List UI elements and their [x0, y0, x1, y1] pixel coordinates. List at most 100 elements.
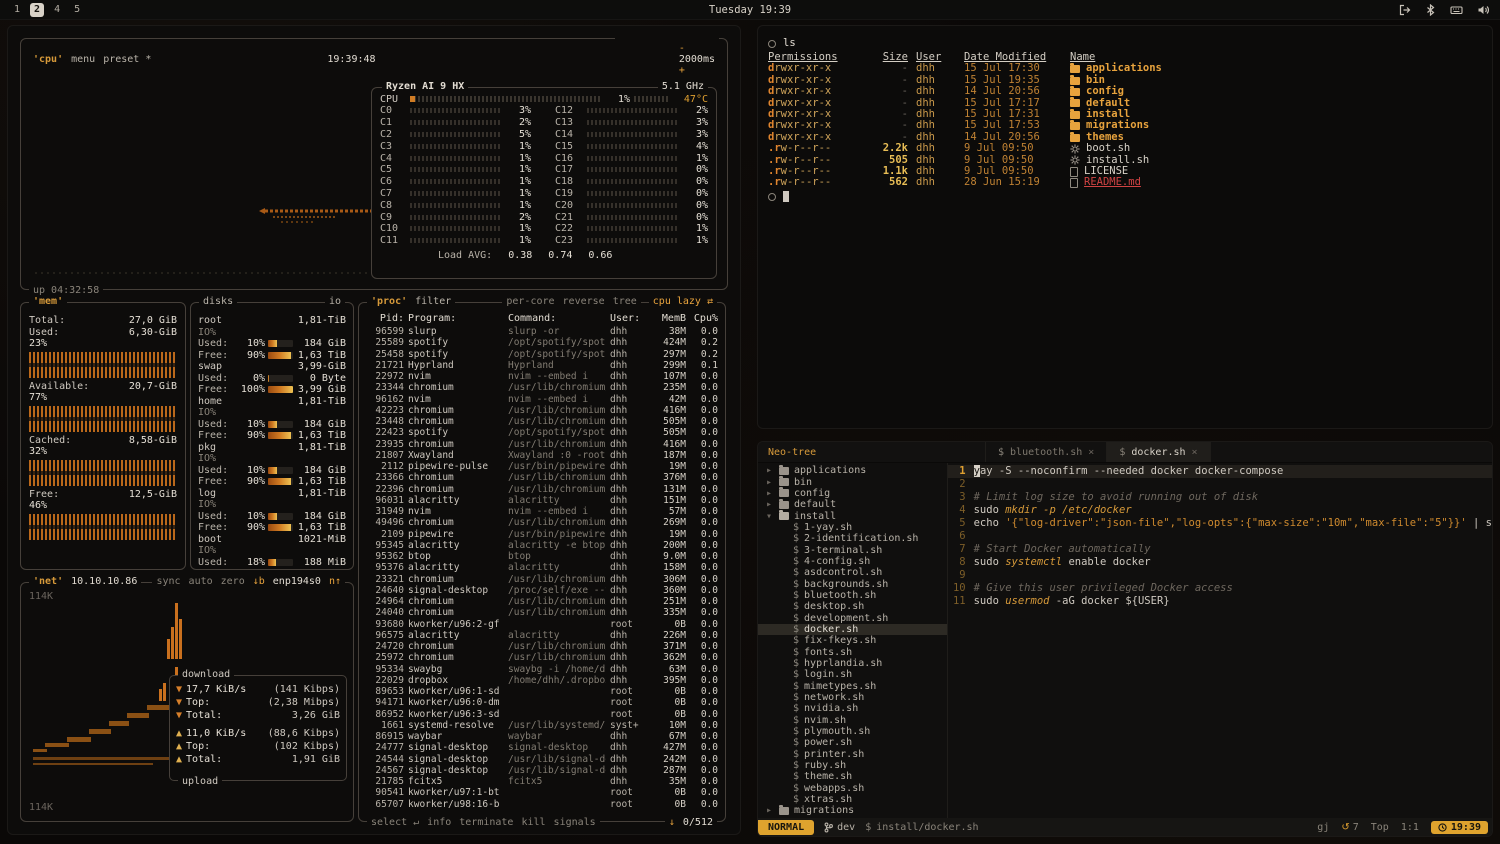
- tree-item[interactable]: login.sh: [758, 669, 947, 680]
- net-zero-button[interactable]: zero: [217, 576, 249, 587]
- process-row[interactable]: 24720 chromium /usr/lib/chromium/ dhh 37…: [366, 641, 718, 652]
- process-row[interactable]: 24544 signal-desktop /usr/lib/signal-de …: [366, 754, 718, 765]
- io-mode-button[interactable]: io: [325, 296, 345, 307]
- process-row[interactable]: 96575 alacritty alacritty dhh 226M 0.0: [366, 630, 718, 641]
- close-tab-icon[interactable]: ×: [1192, 447, 1198, 458]
- disks-box-label[interactable]: disks: [199, 296, 237, 307]
- net-box-label[interactable]: 'net': [29, 576, 67, 587]
- process-row[interactable]: 95345 alacritty alacritty -e btop dhh 20…: [366, 540, 718, 551]
- tree-item[interactable]: docker.sh: [758, 624, 947, 635]
- interval-plus-button[interactable]: +: [679, 65, 685, 76]
- tree-item[interactable]: bluetooth.sh: [758, 590, 947, 601]
- tree-item[interactable]: applications: [758, 465, 947, 476]
- process-row[interactable]: 95376 alacritty alacritty dhh 158M 0.0: [366, 562, 718, 573]
- per-core-toggle[interactable]: per-core: [502, 296, 558, 307]
- tree-item[interactable]: default: [758, 499, 947, 510]
- process-row[interactable]: 90541 kworker/u97:1-bt root 0B 0.0: [366, 787, 718, 798]
- tree-item[interactable]: plymouth.sh: [758, 726, 947, 737]
- tree-item[interactable]: fonts.sh: [758, 647, 947, 658]
- process-row[interactable]: 42223 chromium /usr/lib/chromium . dhh 4…: [366, 405, 718, 416]
- process-row[interactable]: 24567 signal-desktop /usr/lib/signal-de …: [366, 765, 718, 776]
- tree-item[interactable]: backgrounds.sh: [758, 578, 947, 589]
- process-row[interactable]: 1661 systemd-resolve /usr/lib/systemd/s …: [366, 720, 718, 731]
- net-sync-button[interactable]: sync: [152, 576, 184, 587]
- tree-item[interactable]: power.sh: [758, 737, 947, 748]
- tree-item[interactable]: asdcontrol.sh: [758, 567, 947, 578]
- net-auto-button[interactable]: auto: [185, 576, 217, 587]
- tree-item[interactable]: xtras.sh: [758, 794, 947, 805]
- process-row[interactable]: 22396 chromium /usr/lib/chromium/ dhh 13…: [366, 484, 718, 495]
- buffer-tab[interactable]: $ bluetooth.sh ×: [986, 442, 1107, 462]
- process-row[interactable]: 23366 chromium /usr/lib/chromium/ dhh 37…: [366, 472, 718, 483]
- proc-box-label[interactable]: 'proc': [367, 296, 411, 307]
- process-row[interactable]: 86952 kworker/u96:3-sd root 0B 0.0: [366, 709, 718, 720]
- process-row[interactable]: 23935 chromium /usr/lib/chromium/ dhh 41…: [366, 439, 718, 450]
- tree-item[interactable]: config: [758, 488, 947, 499]
- process-row[interactable]: 24777 signal-desktop signal-desktop dhh …: [366, 742, 718, 753]
- signals-button[interactable]: signals: [550, 817, 600, 828]
- process-row[interactable]: 96599 slurp slurp -or dhh 38M 0.0: [366, 326, 718, 337]
- process-row[interactable]: 25972 chromium /usr/lib/chromium/ dhh 36…: [366, 652, 718, 663]
- reverse-toggle[interactable]: reverse: [559, 296, 609, 307]
- process-row[interactable]: 86915 waybar waybar dhh 67M 0.0: [366, 731, 718, 742]
- tree-item[interactable]: nvidia.sh: [758, 703, 947, 714]
- scroll-down-indicator[interactable]: ↓: [665, 817, 679, 828]
- editor-buffer[interactable]: 1 yay -S --noconfirm --needed docker doc…: [948, 463, 1492, 818]
- process-row[interactable]: 96162 nvim nvim --embed i dhh 42M 0.0: [366, 394, 718, 405]
- prompt-line[interactable]: [768, 191, 1482, 203]
- tree-item[interactable]: printer.sh: [758, 749, 947, 760]
- tree-item[interactable]: migrations: [758, 805, 947, 816]
- tree-item[interactable]: hyprlandia.sh: [758, 658, 947, 669]
- terminate-button[interactable]: terminate: [455, 817, 517, 828]
- tree-item[interactable]: webapps.sh: [758, 783, 947, 794]
- process-row[interactable]: 2112 pipewire-pulse /usr/bin/pipewire- d…: [366, 461, 718, 472]
- process-row[interactable]: 93680 kworker/u96:2-gf root 0B 0.0: [366, 619, 718, 630]
- sort-selector[interactable]: cpu lazy ⇄: [649, 296, 717, 307]
- process-row[interactable]: 31949 nvim nvim --embed i dhh 57M 0.0: [366, 506, 718, 517]
- buffer-tab[interactable]: $ docker.sh ×: [1107, 442, 1210, 462]
- process-row[interactable]: 21785 fcitx5 fcitx5 dhh 35M 0.0: [366, 776, 718, 787]
- interval-minus-button[interactable]: -: [679, 43, 685, 54]
- process-row[interactable]: 49496 chromium /usr/lib/chromium/ dhh 26…: [366, 517, 718, 528]
- tree-item[interactable]: bin: [758, 476, 947, 487]
- kill-button[interactable]: kill: [517, 817, 549, 828]
- tree-item[interactable]: ruby.sh: [758, 760, 947, 771]
- close-tab-icon[interactable]: ×: [1088, 447, 1094, 458]
- process-row[interactable]: 2109 pipewire /usr/bin/pipewire dhh 19M …: [366, 529, 718, 540]
- tree-item[interactable]: mimetypes.sh: [758, 681, 947, 692]
- tree-item[interactable]: install: [758, 510, 947, 521]
- tree-item[interactable]: 4-config.sh: [758, 556, 947, 567]
- process-row[interactable]: 95362 btop btop dhh 9.0M 0.0: [366, 551, 718, 562]
- process-row[interactable]: 96031 alacritty alacritty dhh 151M 0.0: [366, 495, 718, 506]
- net-prev-button[interactable]: ↓b: [249, 576, 269, 587]
- net-next-button[interactable]: n↑: [325, 576, 345, 587]
- process-row[interactable]: 24040 chromium /usr/lib/chromium/ dhh 33…: [366, 607, 718, 618]
- tree-item[interactable]: 3-terminal.sh: [758, 544, 947, 555]
- filter-button[interactable]: filter: [411, 296, 455, 307]
- process-row[interactable]: 22972 nvim nvim --embed i dhh 107M 0.0: [366, 371, 718, 382]
- select-button[interactable]: select ↵: [367, 817, 423, 828]
- logout-icon[interactable]: [1399, 4, 1411, 16]
- process-row[interactable]: 65707 kworker/u98:16-b root 0B 0.0: [366, 799, 718, 810]
- mem-box-label[interactable]: 'mem': [29, 296, 67, 307]
- bluetooth-icon[interactable]: [1425, 4, 1436, 16]
- volume-icon[interactable]: [1477, 4, 1490, 16]
- process-row[interactable]: 25589 spotify /opt/spotify/spoti dhh 424…: [366, 337, 718, 348]
- process-row[interactable]: 21721 Hyprland Hyprland dhh 299M 0.1: [366, 360, 718, 371]
- process-row[interactable]: 25458 spotify /opt/spotify/spoti dhh 297…: [366, 349, 718, 360]
- process-row[interactable]: 24640 signal-desktop /proc/self/exe --t …: [366, 585, 718, 596]
- info-button[interactable]: info: [423, 817, 455, 828]
- tree-item[interactable]: 1-yay.sh: [758, 522, 947, 533]
- tree-item[interactable]: development.sh: [758, 612, 947, 623]
- tree-item[interactable]: theme.sh: [758, 771, 947, 782]
- process-row[interactable]: 23321 chromium /usr/lib/chromium . dhh 3…: [366, 574, 718, 585]
- process-row[interactable]: 21807 Xwayland Xwayland :0 -rootl dhh 18…: [366, 450, 718, 461]
- tree-item[interactable]: 2-identification.sh: [758, 533, 947, 544]
- tree-item[interactable]: desktop.sh: [758, 601, 947, 612]
- tree-item[interactable]: nvim.sh: [758, 715, 947, 726]
- tree-toggle[interactable]: tree: [609, 296, 641, 307]
- process-row[interactable]: 89653 kworker/u96:1-sd root 0B 0.0: [366, 686, 718, 697]
- process-row[interactable]: 23448 chromium /usr/lib/chromium . dhh 5…: [366, 416, 718, 427]
- process-row[interactable]: 95334 swaybg swaybg -i /home/dh dhh 63M …: [366, 664, 718, 675]
- keyboard-icon[interactable]: [1450, 4, 1463, 16]
